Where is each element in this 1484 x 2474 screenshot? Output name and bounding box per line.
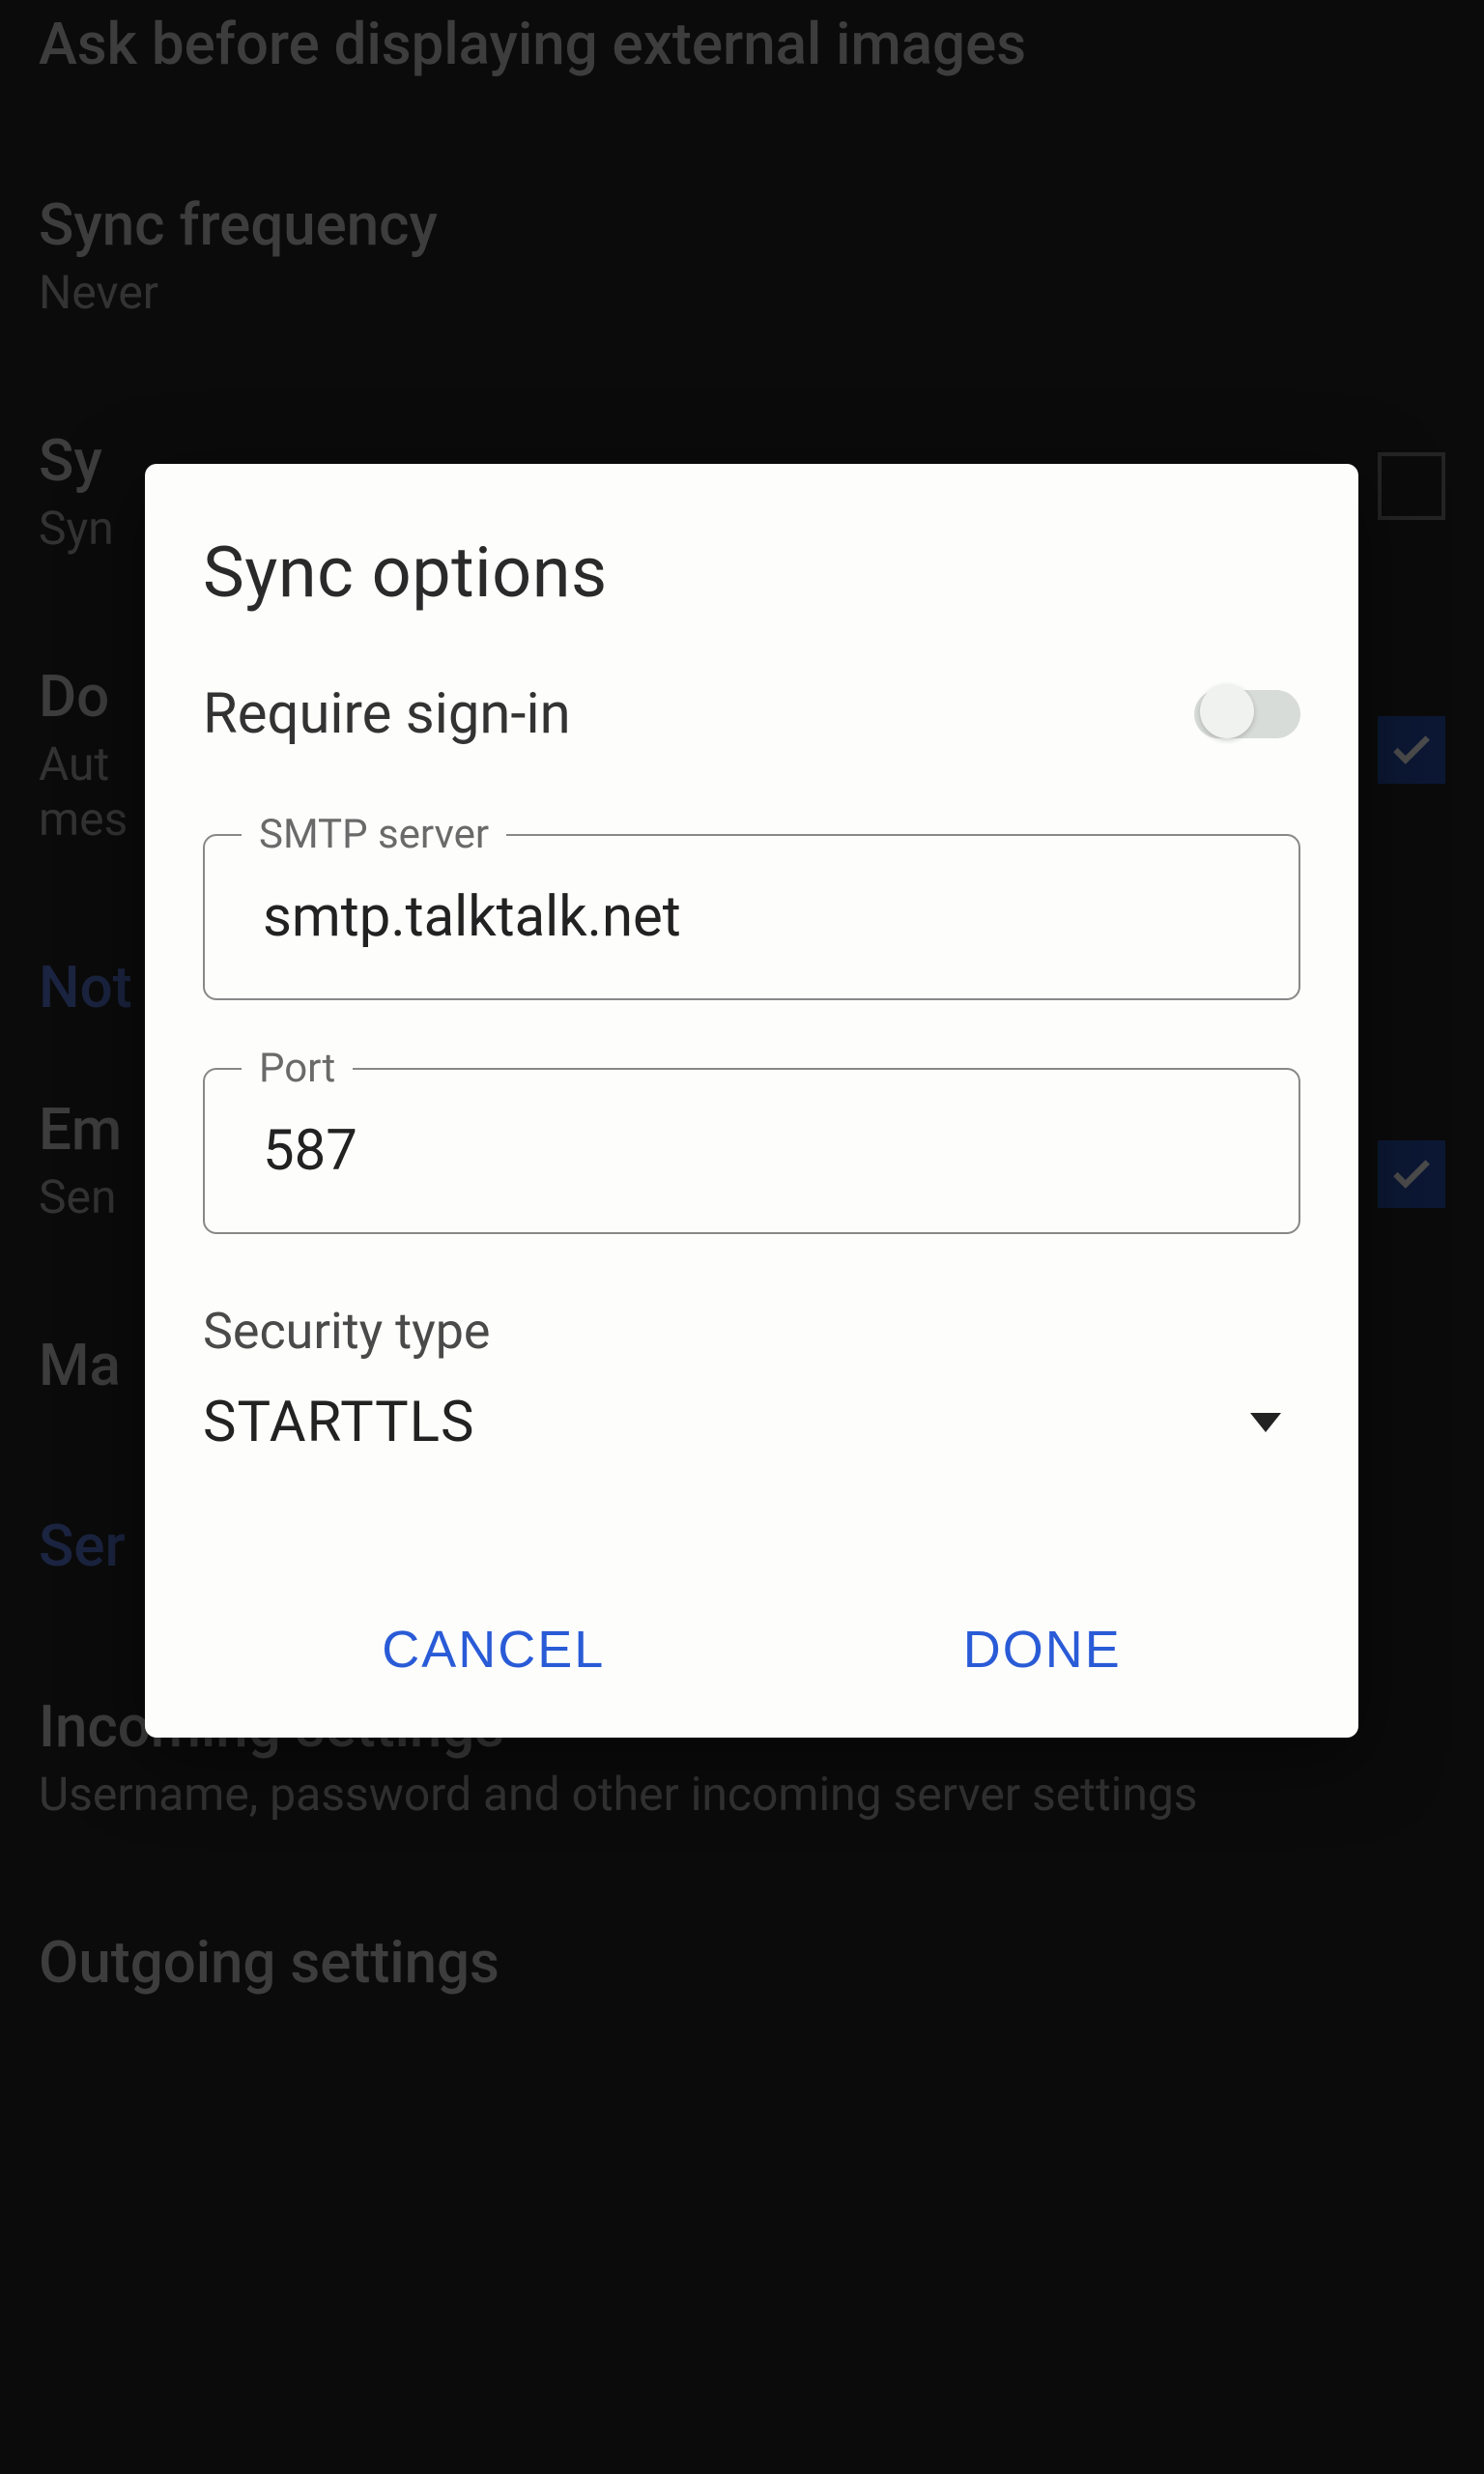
- require-signin-label: Require sign-in: [203, 681, 571, 747]
- security-type-label: Security type: [203, 1302, 1300, 1361]
- port-input[interactable]: 587: [203, 1068, 1300, 1234]
- smtp-server-field[interactable]: SMTP server smtp.talktalk.net: [203, 834, 1300, 1000]
- smtp-server-input[interactable]: smtp.talktalk.net: [203, 834, 1300, 1000]
- done-button[interactable]: DONE: [934, 1600, 1151, 1699]
- toggle-switch-icon[interactable]: [1194, 690, 1300, 738]
- port-field[interactable]: Port 587: [203, 1068, 1300, 1234]
- require-signin-row[interactable]: Require sign-in: [203, 681, 1300, 747]
- security-type-dropdown[interactable]: STARTTLS: [203, 1390, 1300, 1455]
- field-label: SMTP server: [242, 811, 506, 858]
- cancel-button[interactable]: CANCEL: [353, 1600, 634, 1699]
- field-label: Port: [242, 1045, 353, 1092]
- dialog-actions: CANCEL DONE: [203, 1581, 1300, 1699]
- chevron-down-icon: [1250, 1413, 1281, 1432]
- dialog-title: Sync options: [203, 532, 1300, 614]
- security-type-value: STARTTLS: [203, 1390, 474, 1455]
- sync-options-dialog: Sync options Require sign-in SMTP server…: [145, 464, 1358, 1738]
